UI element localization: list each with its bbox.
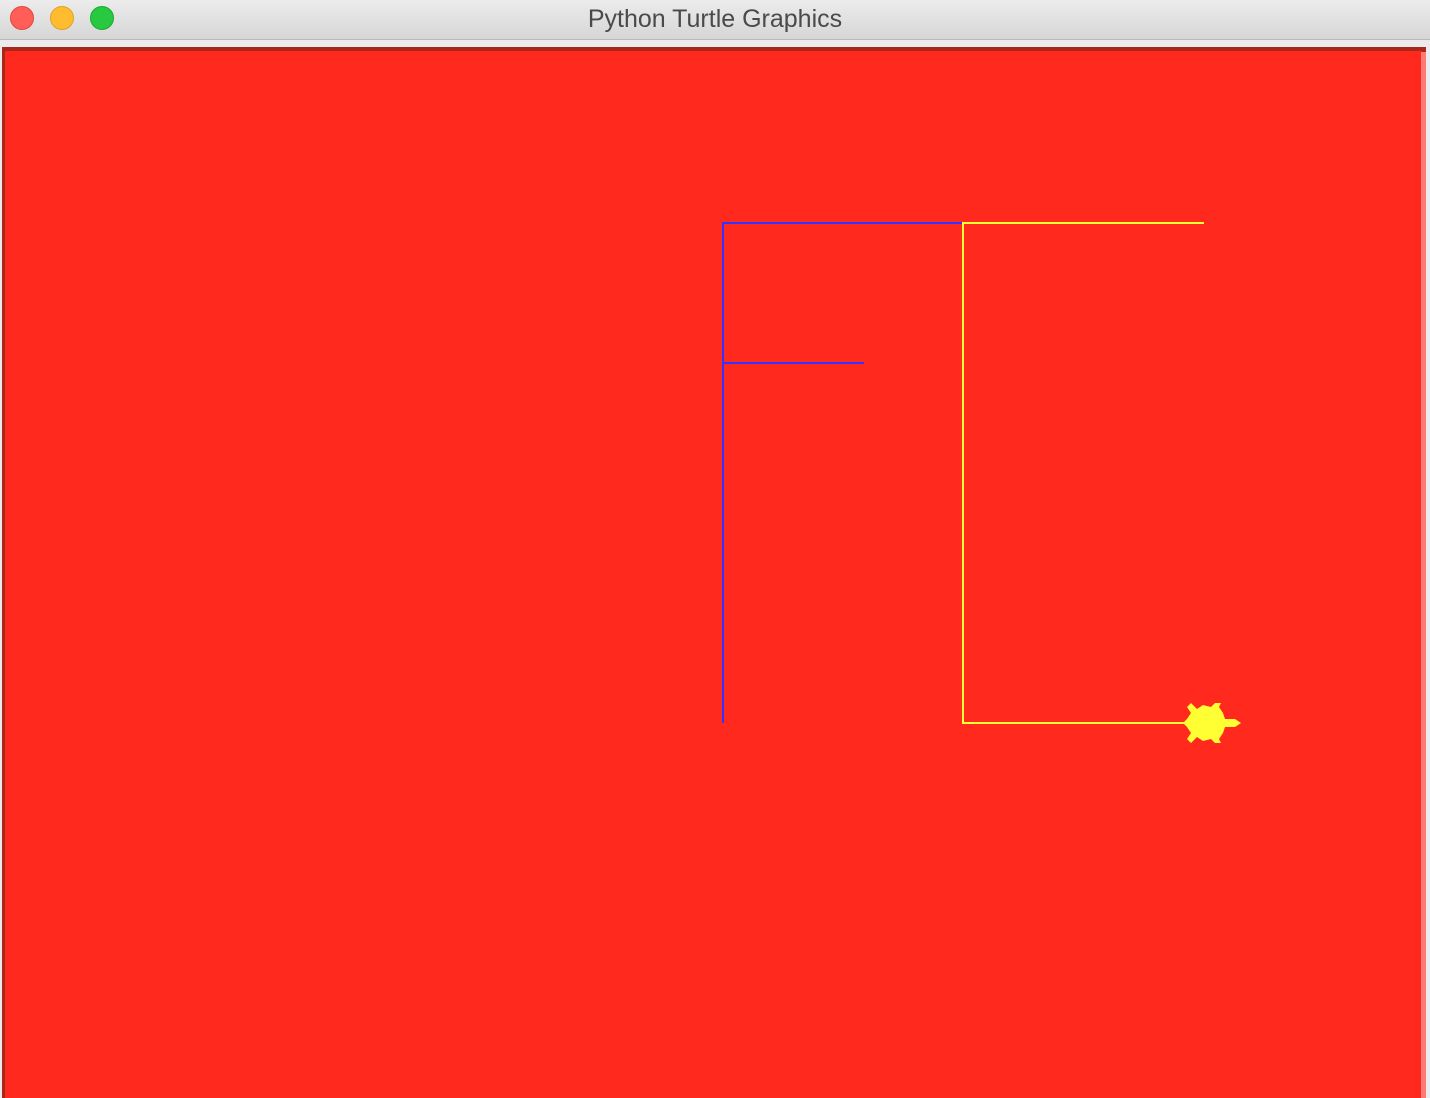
- turtle-canvas[interactable]: [5, 51, 1421, 1098]
- canvas-background: [5, 51, 1421, 1098]
- window-titlebar: Python Turtle Graphics: [0, 0, 1430, 40]
- canvas-right-edge: [1421, 52, 1426, 1098]
- window-title: Python Turtle Graphics: [587, 5, 843, 33]
